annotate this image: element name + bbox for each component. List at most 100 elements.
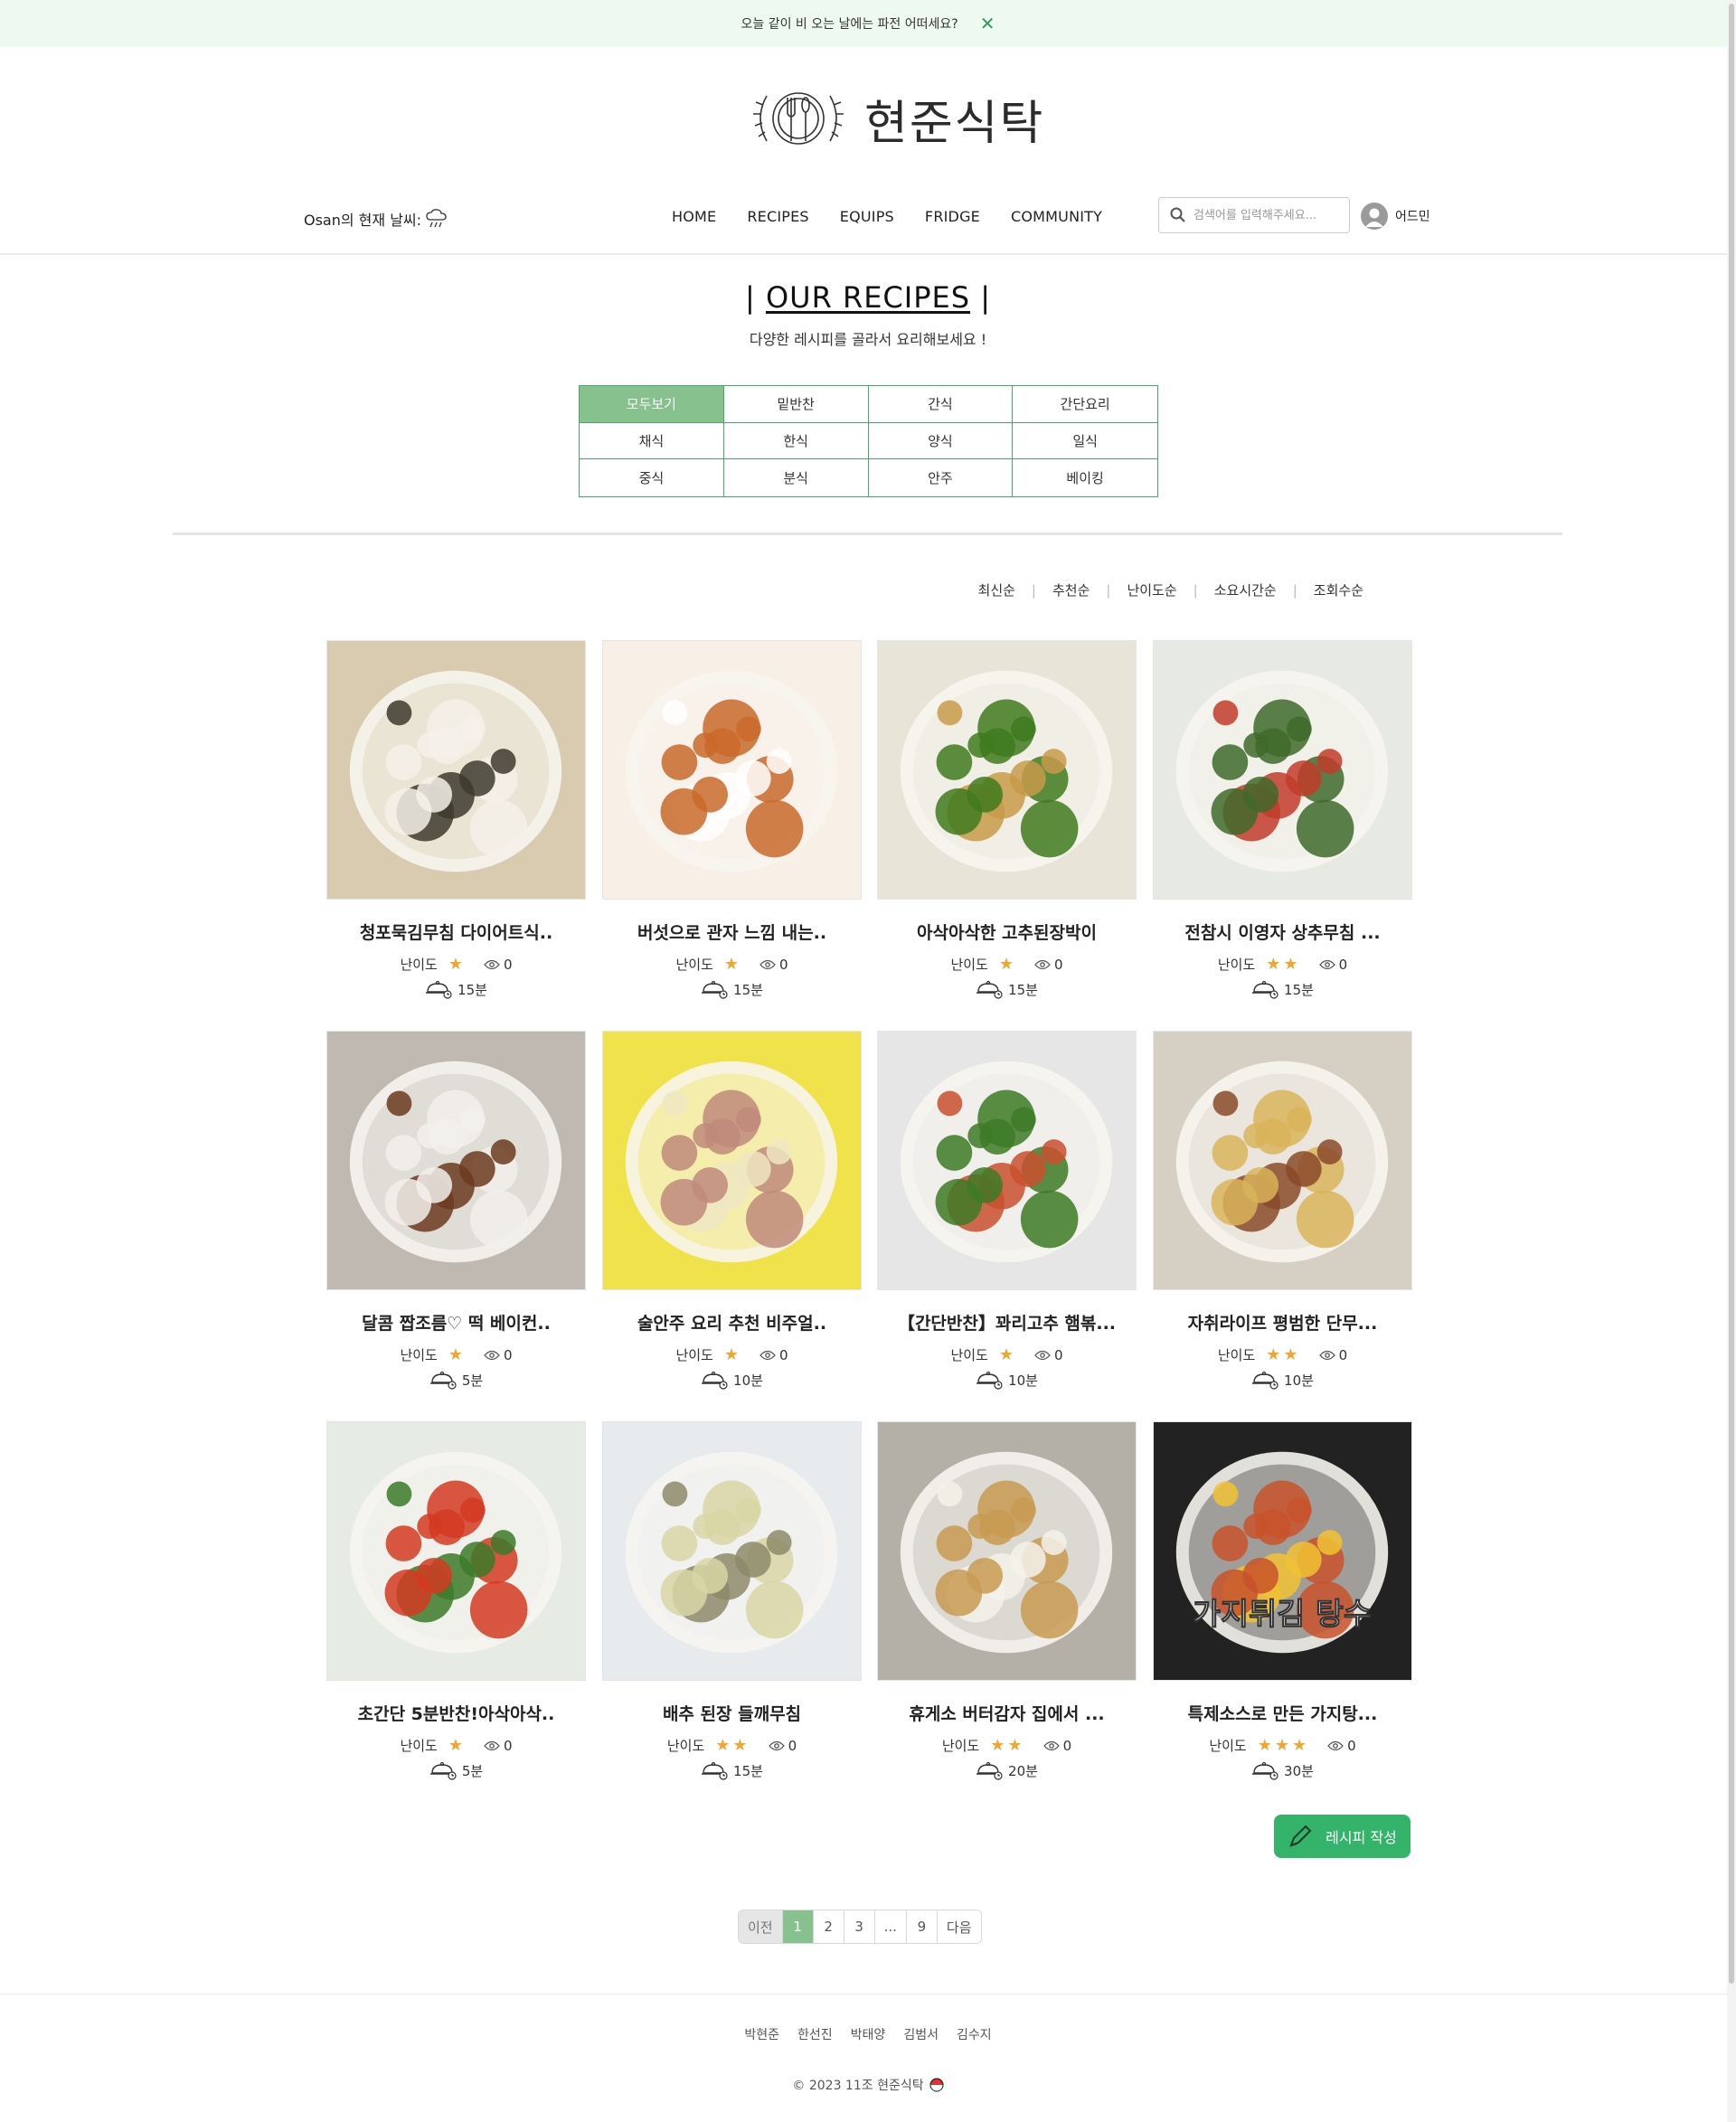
- scrollbar-thumb[interactable]: [1729, 4, 1734, 1984]
- recipe-title[interactable]: 버섯으로 관자 느낌 내는..: [602, 920, 862, 944]
- site-logo[interactable]: 현준식탁: [740, 78, 1044, 159]
- avatar[interactable]: [1361, 203, 1388, 230]
- recipe-title[interactable]: 휴게소 버터감자 집에서 ...: [877, 1701, 1137, 1725]
- recipe-card[interactable]: 초간단 5분반찬!아삭아삭.. 난이도 ★ 0 5분: [326, 1421, 586, 1780]
- cooking-time-icon: [426, 980, 452, 999]
- recipe-thumbnail[interactable]: 가지튀김 탕수: [1153, 1421, 1412, 1681]
- sort-option[interactable]: 소요시간순: [1214, 580, 1277, 599]
- recipe-thumbnail[interactable]: [326, 1421, 586, 1681]
- top-banner: 오늘 같이 비 오는 날에는 파전 어떠세요? ✕: [0, 0, 1736, 47]
- category-item[interactable]: 밑반찬: [723, 386, 869, 423]
- menu-recipes[interactable]: RECIPES: [747, 208, 808, 225]
- recipe-card[interactable]: 전참시 이영자 상추무침 ... 난이도 ★★ 0 15분: [1153, 640, 1412, 999]
- recipe-title[interactable]: 초간단 5분반찬!아삭아삭..: [326, 1701, 586, 1725]
- recipe-card[interactable]: 달콤 짭조름♡ 떡 베이컨.. 난이도 ★ 0 5분: [326, 1031, 586, 1390]
- menu-fridge[interactable]: FRIDGE: [925, 208, 980, 225]
- cooking-time: 10분: [602, 1370, 862, 1390]
- recipe-title[interactable]: 【간단반찬】꽈리고추 햄볶...: [877, 1310, 1137, 1335]
- eye-icon: [1034, 1350, 1051, 1360]
- category-item[interactable]: 한식: [723, 422, 869, 460]
- category-item[interactable]: 일식: [1013, 422, 1157, 460]
- view-count-value: 0: [779, 956, 788, 973]
- recipe-title[interactable]: 자취라이프 평범한 단무...: [1153, 1310, 1412, 1335]
- recipe-title[interactable]: 배추 된장 들깨무침: [602, 1701, 862, 1725]
- recipe-title[interactable]: 청포묵김무침 다이어트식..: [326, 920, 586, 944]
- recipe-thumbnail[interactable]: [1153, 640, 1412, 900]
- star-rating-icon: ★: [723, 1345, 741, 1364]
- menu-equips[interactable]: EQUIPS: [840, 208, 894, 225]
- recipe-thumbnail[interactable]: [602, 1031, 862, 1290]
- search-icon[interactable]: [1170, 207, 1186, 223]
- view-count: 0: [1034, 1347, 1063, 1363]
- recipe-card[interactable]: 가지튀김 탕수 특제소스로 만든 가지탕... 난이도 ★★★ 0 30분: [1153, 1421, 1412, 1780]
- recipe-title[interactable]: 특제소스로 만든 가지탕...: [1153, 1701, 1412, 1725]
- recipe-card[interactable]: 【간단반찬】꽈리고추 햄볶... 난이도 ★ 0 10분: [877, 1031, 1137, 1390]
- recipe-card[interactable]: 아삭아삭한 고추된장박이 난이도 ★ 0 15분: [877, 640, 1137, 999]
- recipe-title[interactable]: 아삭아삭한 고추된장박이: [877, 920, 1137, 944]
- recipe-meta: 난이도 ★★ 0: [1153, 955, 1412, 974]
- category-item[interactable]: 분식: [723, 459, 869, 496]
- star-rating-icon: ★★★: [1257, 1736, 1310, 1755]
- recipe-card[interactable]: 청포묵김무침 다이어트식.. 난이도 ★ 0 15분: [326, 640, 586, 999]
- weather-label: Osan의 현재 날씨:: [304, 212, 422, 229]
- recipe-title[interactable]: 술안주 요리 추천 비주얼..: [602, 1310, 862, 1335]
- cooking-time-icon: [976, 1371, 1003, 1390]
- category-item[interactable]: 채식: [580, 422, 724, 460]
- page-number[interactable]: 2: [813, 1910, 844, 1943]
- view-count-value: 0: [504, 1346, 513, 1363]
- category-item[interactable]: 간단요리: [1013, 386, 1157, 423]
- write-recipe-button[interactable]: 레시피 작성: [1274, 1815, 1410, 1858]
- difficulty-label: 난이도: [941, 1738, 980, 1754]
- category-item[interactable]: 안주: [868, 459, 1014, 496]
- category-item[interactable]: 중식: [580, 459, 724, 496]
- page-number[interactable]: 1: [782, 1910, 814, 1943]
- cooking-time-value: 5분: [461, 1762, 484, 1779]
- category-item[interactable]: 베이킹: [1013, 459, 1157, 496]
- recipe-title[interactable]: 전참시 이영자 상추무침 ...: [1153, 920, 1412, 944]
- recipe-card[interactable]: 술안주 요리 추천 비주얼.. 난이도 ★ 0 10분: [602, 1031, 862, 1390]
- recipe-thumbnail[interactable]: [877, 1421, 1137, 1681]
- view-count-value: 0: [779, 1346, 788, 1363]
- svg-text:가지튀김 탕수: 가지튀김 탕수: [1193, 1596, 1372, 1631]
- recipe-card[interactable]: 휴게소 버터감자 집에서 ... 난이도 ★★ 0 20분: [877, 1421, 1137, 1780]
- user-name[interactable]: 어드민: [1395, 207, 1430, 225]
- page-number[interactable]: ...: [874, 1910, 907, 1943]
- recipe-thumbnail[interactable]: [326, 1031, 586, 1290]
- eye-icon: [1318, 959, 1335, 969]
- pen-icon: [1289, 1825, 1312, 1847]
- recipe-thumbnail[interactable]: [1153, 1031, 1412, 1290]
- recipe-thumbnail[interactable]: [602, 640, 862, 900]
- sort-option[interactable]: 최신순: [978, 580, 1015, 599]
- difficulty-label: 난이도: [1217, 1347, 1256, 1363]
- footer-team: 박현준 한선진 박태양 김범서 김수지: [0, 2025, 1736, 2043]
- recipe-thumbnail[interactable]: [326, 640, 586, 900]
- page-number[interactable]: 3: [844, 1910, 875, 1943]
- difficulty-label: 난이도: [950, 957, 988, 973]
- close-icon[interactable]: ✕: [980, 13, 995, 34]
- recipe-thumbnail[interactable]: [877, 640, 1137, 900]
- menu-community[interactable]: COMMUNITY: [1011, 208, 1102, 225]
- recipe-card[interactable]: 버섯으로 관자 느낌 내는.. 난이도 ★ 0 15분: [602, 640, 862, 999]
- category-item[interactable]: 모두보기: [580, 386, 724, 423]
- next-page-button[interactable]: 다음: [937, 1910, 981, 1943]
- menu-home[interactable]: HOME: [672, 208, 716, 225]
- team-member-name: 박태양: [850, 2028, 886, 2042]
- difficulty-label: 난이도: [666, 1738, 705, 1754]
- recipe-card[interactable]: 자취라이프 평범한 단무... 난이도 ★★ 0 10분: [1153, 1031, 1412, 1390]
- page-number[interactable]: 9: [906, 1910, 938, 1943]
- sort-option[interactable]: 추천순: [1052, 580, 1090, 599]
- category-item[interactable]: 양식: [868, 422, 1014, 460]
- recipe-card[interactable]: 배추 된장 들깨무침 난이도 ★★ 0 15분: [602, 1421, 862, 1780]
- view-count: 0: [1043, 1738, 1071, 1754]
- sort-option[interactable]: 조회수순: [1314, 580, 1363, 599]
- recipe-thumbnail[interactable]: [602, 1421, 862, 1681]
- user-menu[interactable]: 어드민: [1361, 203, 1430, 230]
- category-item[interactable]: 간식: [868, 386, 1014, 423]
- difficulty-label: 난이도: [1217, 957, 1256, 973]
- recipe-thumbnail[interactable]: [877, 1031, 1137, 1290]
- search-input[interactable]: [1194, 208, 1338, 222]
- recipe-title[interactable]: 달콤 짭조름♡ 떡 베이컨..: [326, 1310, 586, 1335]
- cooking-time: 15분: [602, 1760, 862, 1780]
- prev-page-button[interactable]: 이전: [739, 1910, 783, 1943]
- sort-option[interactable]: 난이도순: [1127, 580, 1176, 599]
